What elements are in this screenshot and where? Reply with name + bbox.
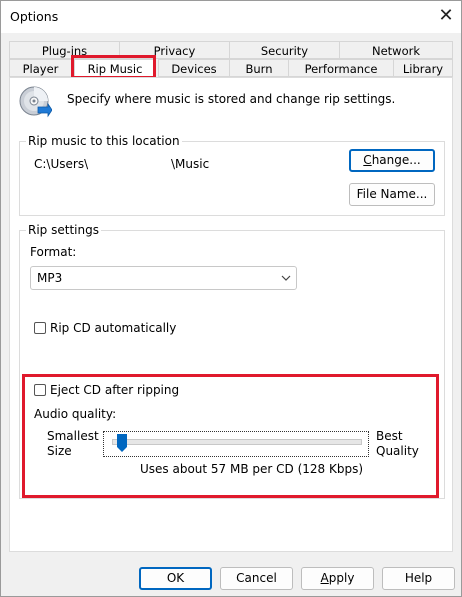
- best-quality-label-line2: Quality: [376, 444, 419, 458]
- file-name-button-label: File Name...: [356, 187, 428, 201]
- tab-library[interactable]: Library: [393, 59, 453, 77]
- file-name-button[interactable]: File Name...: [349, 183, 435, 206]
- chevron-down-icon: [281, 275, 291, 281]
- eject-cd-checkbox[interactable]: [34, 384, 46, 396]
- rip-location-legend: Rip music to this location: [26, 134, 182, 148]
- slider-track: [112, 439, 362, 445]
- eject-cd-label: Eject CD after ripping: [50, 383, 180, 397]
- options-dialog: Options ✕ Plug-ins Privacy Security Netw…: [0, 0, 462, 597]
- intro-text: Specify where music is stored and change…: [67, 92, 396, 106]
- ok-button[interactable]: OK: [139, 567, 212, 590]
- change-button[interactable]: Change...: [349, 149, 435, 172]
- smallest-size-label-line2: Size: [47, 444, 72, 458]
- format-label: Format:: [30, 245, 77, 259]
- rip-cd-automatically-checkbox[interactable]: [34, 322, 46, 334]
- path-text-start: C:\Users\: [34, 157, 89, 171]
- tab-highlight-box: [71, 55, 156, 79]
- cancel-button[interactable]: Cancel: [220, 567, 293, 590]
- rip-settings-legend: Rip settings: [26, 223, 101, 237]
- help-button[interactable]: Help: [382, 567, 455, 590]
- tab-burn[interactable]: Burn: [229, 59, 289, 77]
- rip-cd-automatically-label: Rip CD automatically: [50, 321, 177, 335]
- title-bar: Options ✕: [1, 1, 461, 33]
- tab-devices[interactable]: Devices: [158, 59, 230, 77]
- apply-button[interactable]: Apply: [301, 567, 374, 590]
- close-icon[interactable]: ✕: [433, 4, 459, 28]
- tab-security[interactable]: Security: [229, 41, 340, 59]
- tab-network[interactable]: Network: [339, 41, 453, 59]
- audio-quality-slider[interactable]: [103, 431, 369, 457]
- best-quality-label-line1: Best: [376, 429, 403, 443]
- slider-thumb[interactable]: [116, 434, 127, 452]
- window-title: Options: [10, 9, 59, 24]
- format-select[interactable]: MP3: [30, 266, 297, 290]
- tab-player[interactable]: Player: [9, 59, 72, 77]
- tab-performance[interactable]: Performance: [288, 59, 394, 77]
- smallest-size-label-line1: Smallest: [47, 429, 99, 443]
- cd-disc-icon: [19, 86, 52, 118]
- usage-text: Uses about 57 MB per CD (128 Kbps): [140, 462, 364, 476]
- audio-quality-label: Audio quality:: [34, 407, 117, 421]
- path-text-end: \Music: [171, 157, 210, 171]
- format-value: MP3: [37, 271, 63, 285]
